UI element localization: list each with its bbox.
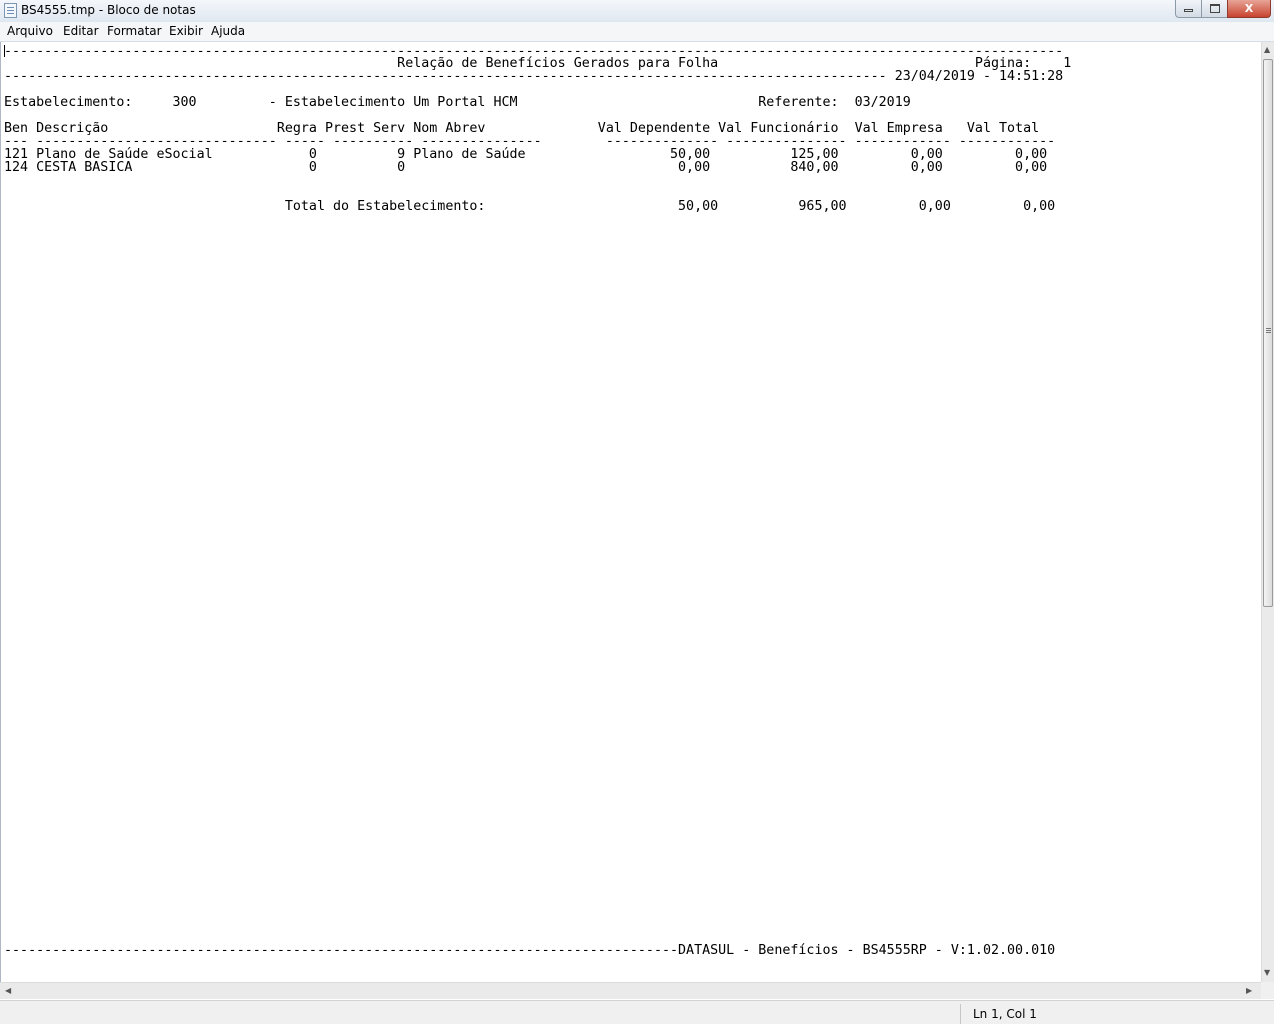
maximize-button[interactable] xyxy=(1201,0,1228,18)
grip-icon xyxy=(1266,328,1271,329)
close-button[interactable]: X xyxy=(1227,0,1271,18)
window-title: BS4555.tmp - Bloco de notas xyxy=(21,3,196,17)
menu-ajuda[interactable]: Ajuda xyxy=(211,24,245,39)
status-divider xyxy=(960,1004,961,1024)
menu-editar[interactable]: Editar xyxy=(63,24,99,39)
report-establishment-line: Estabelecimento: 300 - Estabelecimento U… xyxy=(4,95,911,110)
horizontal-scrollbar[interactable]: ◀ ▶ xyxy=(0,982,1261,999)
report-total-line: Total do Estabelecimento: 50,00 965,00 0… xyxy=(4,199,1056,214)
scroll-right-icon[interactable]: ▶ xyxy=(1246,986,1252,995)
scroll-left-icon[interactable]: ◀ xyxy=(5,986,11,995)
report-row: 124 CESTA BASICA 0 0 0,00 840,00 0,00 0,… xyxy=(4,160,1048,175)
scroll-up-icon[interactable]: ▲ xyxy=(1264,45,1270,54)
minimize-icon xyxy=(1184,9,1193,12)
vertical-scrollbar[interactable]: ▲ ▼ xyxy=(1261,42,1274,982)
menu-arquivo[interactable]: Arquivo xyxy=(7,24,53,39)
text-editor[interactable]: ----------------------------------------… xyxy=(0,42,1261,982)
close-icon: X xyxy=(1244,2,1254,15)
scroll-down-icon[interactable]: ▼ xyxy=(1264,968,1270,977)
menu-bar: Arquivo Editar Formatar Exibir Ajuda xyxy=(0,22,1274,42)
maximize-icon xyxy=(1209,4,1220,13)
vertical-scroll-thumb[interactable] xyxy=(1263,59,1273,607)
title-bar: BS4555.tmp - Bloco de notas X xyxy=(0,0,1274,23)
report-date-line: ----------------------------------------… xyxy=(4,69,1064,84)
report-footer-line: ----------------------------------------… xyxy=(4,943,1056,958)
menu-exibir[interactable]: Exibir xyxy=(169,24,203,39)
status-bar: Ln 1, Col 1 xyxy=(0,1000,1274,1024)
cursor-position: Ln 1, Col 1 xyxy=(973,1007,1037,1021)
scrollbar-corner xyxy=(1261,982,1274,999)
minimize-button[interactable] xyxy=(1175,0,1202,18)
notepad-icon xyxy=(4,3,17,18)
menu-formatar[interactable]: Formatar xyxy=(107,24,162,39)
